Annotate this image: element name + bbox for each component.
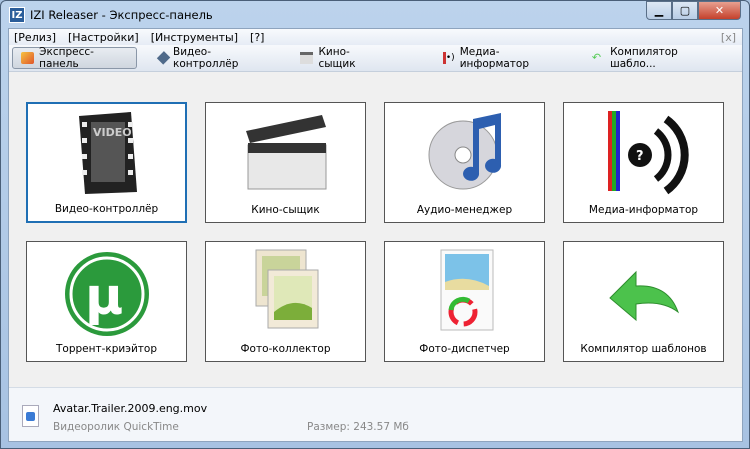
toolbar: Экспресс-панель Видео-контроллёр Кино-сы… <box>9 45 742 72</box>
panel-close-button[interactable]: [x] <box>721 31 736 44</box>
clapperboard-icon <box>245 115 326 190</box>
svg-text:?: ? <box>636 149 644 164</box>
music-cd-icon <box>428 113 501 190</box>
file-size: Размер: 243.57 Мб <box>307 421 409 433</box>
tile-label: Видео-контроллёр <box>54 203 159 215</box>
media-info-icon: ? <box>607 111 689 195</box>
app-window: IZ IZI Releaser - Экспресс-панель ▁ ▢ ✕ … <box>0 0 750 449</box>
tile-label: Аудио-менеджер <box>416 204 513 216</box>
tile-label: Компилятор шаблонов <box>580 343 707 355</box>
toolbar-video-controller[interactable]: Видео-контроллёр <box>151 46 279 70</box>
tile-movie-finder[interactable]: Кино-сыщик <box>205 102 366 223</box>
tile-label: Фото-диспетчер <box>419 343 510 355</box>
toolbar-express-panel[interactable]: Экспресс-панель <box>12 46 137 70</box>
media-info-icon: •) <box>442 52 455 64</box>
client-area: [Релиз] [Настройки] [Инструменты] [?] [x… <box>8 28 743 442</box>
clapperboard-icon <box>300 52 314 64</box>
tile-photo-manager[interactable]: Фото-диспетчер <box>384 241 545 362</box>
template-arrow-icon: ↶ <box>591 51 602 64</box>
tile-label: Торрент-криэйтор <box>55 343 158 355</box>
menu-bar: [Релиз] [Настройки] [Инструменты] [?] [x… <box>9 29 742 45</box>
menu-help[interactable]: [?] <box>250 31 264 44</box>
file-info-panel: Avatar.Trailer.2009.eng.mov Видеоролик Q… <box>9 387 742 441</box>
menu-tools[interactable]: [Инструменты] <box>151 31 238 44</box>
express-icon <box>21 52 35 64</box>
file-type: Видеоролик QuickTime <box>53 421 179 433</box>
svg-text:VIDEO: VIDEO <box>93 126 132 139</box>
tile-video-controller[interactable]: VIDEO Видео-контроллёр <box>26 102 187 223</box>
svg-text:μ: μ <box>85 267 123 327</box>
photos-icon <box>255 249 318 329</box>
window-title: IZI Releaser - Экспресс-панель <box>30 8 213 22</box>
utorrent-icon: μ <box>64 252 149 336</box>
film-video-icon: VIDEO <box>78 112 137 194</box>
express-panel-grid: VIDEO Видео-контроллёр Кино-сыщик Аудио-… <box>26 102 724 362</box>
toolbar-media-info[interactable]: •) Медиа-информатор <box>435 46 570 70</box>
close-button[interactable]: ✕ <box>698 1 741 20</box>
photo-refresh-icon <box>440 249 493 331</box>
window-controls: ▁ ▢ ✕ <box>646 1 741 20</box>
menu-release[interactable]: [Релиз] <box>14 31 56 44</box>
app-icon: IZ <box>9 7 25 23</box>
tile-media-info[interactable]: ? Медиа-информатор <box>563 102 724 223</box>
tile-photo-collector[interactable]: Фото-коллектор <box>205 241 366 362</box>
tile-audio-manager[interactable]: Аудио-менеджер <box>384 102 545 223</box>
title-bar: IZ IZI Releaser - Экспресс-панель <box>9 6 213 24</box>
toolbar-movie-finder[interactable]: Кино-сыщик <box>292 46 391 70</box>
toolbar-template-compiler[interactable]: ↶ Компилятор шабло... <box>584 46 728 70</box>
maximize-button[interactable]: ▢ <box>672 1 698 20</box>
green-arrow-icon <box>608 270 679 322</box>
tile-label: Медиа-информатор <box>588 204 699 216</box>
file-name: Avatar.Trailer.2009.eng.mov <box>53 402 208 415</box>
tile-label: Фото-коллектор <box>240 343 331 355</box>
minimize-button[interactable]: ▁ <box>646 1 672 20</box>
tile-label: Кино-сыщик <box>251 204 320 216</box>
tile-template-compiler[interactable]: Компилятор шаблонов <box>563 241 724 362</box>
tile-torrent-creator[interactable]: μ Торрент-криэйтор <box>26 241 187 362</box>
video-file-icon <box>22 405 39 427</box>
menu-settings[interactable]: [Настройки] <box>68 31 139 44</box>
video-controller-icon <box>156 51 171 65</box>
